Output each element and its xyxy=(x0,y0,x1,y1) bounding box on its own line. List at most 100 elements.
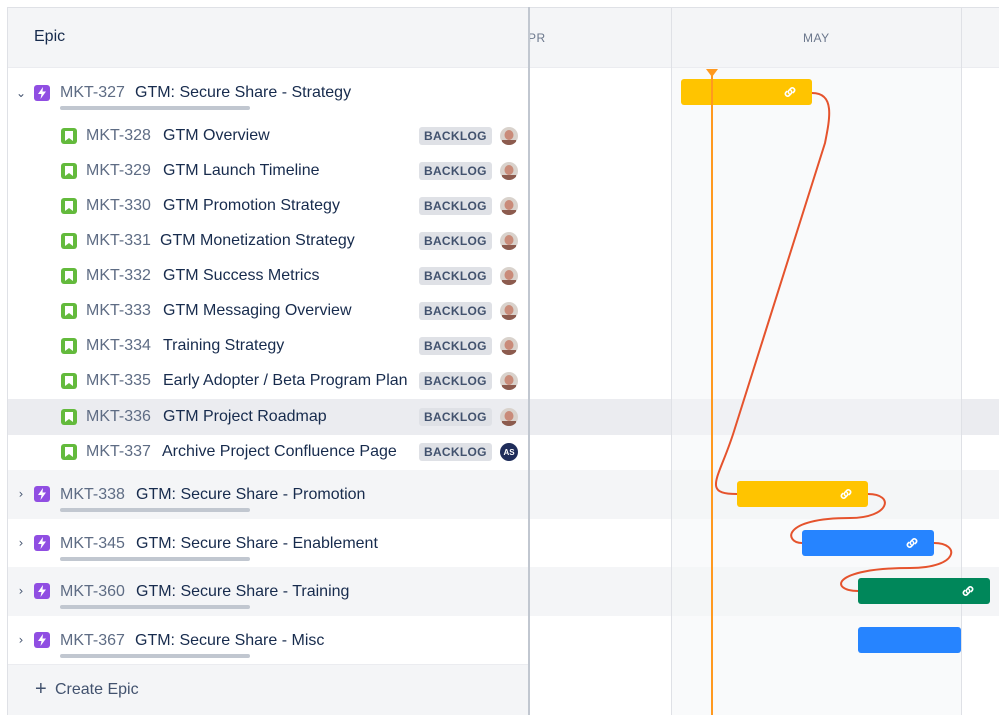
bookmark-icon xyxy=(61,268,77,284)
issue-row-mkt-337[interactable]: MKT-337 Archive Project Confluence Page … xyxy=(8,435,530,470)
today-marker-line xyxy=(711,69,713,715)
epic-progress-bar xyxy=(60,557,250,561)
issue-row-mkt-336[interactable]: MKT-336 GTM Project Roadmap BACKLOG xyxy=(8,399,530,435)
avatar[interactable] xyxy=(500,337,518,355)
issue-key[interactable]: MKT-329 xyxy=(86,162,151,180)
avatar[interactable] xyxy=(500,232,518,250)
issue-row-mkt-331[interactable]: MKT-331 GTM Monetization Strategy BACKLO… xyxy=(8,224,530,259)
status-badge[interactable]: BACKLOG xyxy=(419,232,492,250)
status-badge[interactable]: BACKLOG xyxy=(419,267,492,285)
epic-row-mkt-338[interactable]: › MKT-338 GTM: Secure Share - Promotion xyxy=(8,470,530,519)
epic-progress-bar xyxy=(60,508,250,512)
epic-title[interactable]: GTM: Secure Share - Enablement xyxy=(136,535,378,553)
epic-row-mkt-360[interactable]: › MKT-360 GTM: Secure Share - Training xyxy=(8,567,530,616)
issue-row-mkt-333[interactable]: MKT-333 GTM Messaging Overview BACKLOG xyxy=(8,294,530,329)
timeline-bar-mkt-338[interactable] xyxy=(737,481,868,507)
dependency-line[interactable] xyxy=(715,92,831,495)
status-badge[interactable]: BACKLOG xyxy=(419,127,492,145)
issue-row-mkt-330[interactable]: MKT-330 GTM Promotion Strategy BACKLOG xyxy=(8,189,530,224)
bookmark-icon xyxy=(61,163,77,179)
issue-title[interactable]: GTM Monetization Strategy xyxy=(160,232,355,250)
issue-key[interactable]: MKT-332 xyxy=(86,267,151,285)
avatar[interactable] xyxy=(500,162,518,180)
dependency-lines xyxy=(715,92,953,592)
issue-title[interactable]: GTM Overview xyxy=(163,127,270,145)
issue-title[interactable]: GTM Messaging Overview xyxy=(163,302,352,320)
create-epic-button[interactable]: + Create Epic xyxy=(8,664,530,715)
avatar[interactable] xyxy=(500,302,518,320)
chevron-right-icon[interactable]: › xyxy=(14,584,28,598)
lightning-icon xyxy=(34,85,50,101)
status-badge[interactable]: BACKLOG xyxy=(419,408,492,426)
timeline-bar-mkt-345[interactable] xyxy=(802,530,934,556)
epic-key[interactable]: MKT-345 xyxy=(60,535,125,553)
issue-key[interactable]: MKT-337 xyxy=(86,443,151,461)
chevron-right-icon[interactable]: › xyxy=(14,487,28,501)
epic-key[interactable]: MKT-360 xyxy=(60,583,125,601)
avatar[interactable]: AS xyxy=(500,443,518,461)
issue-key[interactable]: MKT-336 xyxy=(86,408,151,426)
status-badge[interactable]: BACKLOG xyxy=(419,302,492,320)
avatar[interactable] xyxy=(500,127,518,145)
avatar[interactable] xyxy=(500,197,518,215)
chevron-down-icon[interactable]: ⌄ xyxy=(14,86,28,100)
bookmark-icon xyxy=(61,128,77,144)
epic-key[interactable]: MKT-367 xyxy=(60,632,125,650)
epic-key[interactable]: MKT-327 xyxy=(60,84,125,102)
status-badge[interactable]: BACKLOG xyxy=(419,372,492,390)
issue-title[interactable]: Early Adopter / Beta Program Plan xyxy=(163,372,408,390)
epic-title[interactable]: GTM: Secure Share - Training xyxy=(136,583,349,601)
timeline-bar-mkt-367[interactable] xyxy=(858,627,961,653)
epic-progress-bar xyxy=(60,605,250,609)
issue-title[interactable]: Training Strategy xyxy=(163,337,284,355)
link-icon[interactable] xyxy=(782,84,798,100)
lightning-icon xyxy=(34,632,50,648)
epic-column-header: Epic xyxy=(8,8,530,68)
avatar[interactable] xyxy=(500,372,518,390)
timeline-bar-mkt-360[interactable] xyxy=(858,578,990,604)
bookmark-icon xyxy=(61,409,77,425)
epic-row-mkt-367[interactable]: › MKT-367 GTM: Secure Share - Misc xyxy=(8,616,530,664)
epic-row-mkt-345[interactable]: › MKT-345 GTM: Secure Share - Enablement xyxy=(8,519,530,567)
roadmap-app: Epic ⌄ MKT-327 GTM: Secure Share - Strat… xyxy=(0,0,999,715)
issue-row-mkt-334[interactable]: MKT-334 Training Strategy BACKLOG xyxy=(8,329,530,364)
epic-title[interactable]: GTM: Secure Share - Strategy xyxy=(135,84,351,102)
issue-row-mkt-335[interactable]: MKT-335 Early Adopter / Beta Program Pla… xyxy=(8,364,530,399)
chevron-right-icon[interactable]: › xyxy=(14,536,28,550)
epic-key[interactable]: MKT-338 xyxy=(60,486,125,504)
issue-key[interactable]: MKT-333 xyxy=(86,302,151,320)
link-icon[interactable] xyxy=(904,535,920,551)
issue-key[interactable]: MKT-330 xyxy=(86,197,151,215)
issue-key[interactable]: MKT-328 xyxy=(86,127,151,145)
issue-title[interactable]: GTM Success Metrics xyxy=(163,267,319,285)
issue-row-mkt-329[interactable]: MKT-329 GTM Launch Timeline BACKLOG xyxy=(8,154,530,189)
status-badge[interactable]: BACKLOG xyxy=(419,443,492,461)
timeline-bar-mkt-327[interactable] xyxy=(681,79,812,105)
link-icon[interactable] xyxy=(960,583,976,599)
chevron-right-icon[interactable]: › xyxy=(14,633,28,647)
issue-title[interactable]: GTM Promotion Strategy xyxy=(163,197,340,215)
epic-title[interactable]: GTM: Secure Share - Misc xyxy=(135,632,324,650)
avatar[interactable] xyxy=(500,267,518,285)
avatar[interactable] xyxy=(500,408,518,426)
epic-row-mkt-327[interactable]: ⌄ MKT-327 GTM: Secure Share - Strategy xyxy=(8,68,530,119)
issue-key[interactable]: MKT-334 xyxy=(86,337,151,355)
status-badge[interactable]: BACKLOG xyxy=(419,162,492,180)
issue-row-mkt-328[interactable]: MKT-328 GTM Overview BACKLOG xyxy=(8,119,530,154)
issue-key[interactable]: MKT-335 xyxy=(86,372,151,390)
timeline-panel: PR MAY xyxy=(530,7,999,715)
epic-list-panel: Epic ⌄ MKT-327 GTM: Secure Share - Strat… xyxy=(7,7,530,715)
issue-title[interactable]: GTM Launch Timeline xyxy=(163,162,320,180)
epic-progress-bar xyxy=(60,654,250,658)
status-badge[interactable]: BACKLOG xyxy=(419,197,492,215)
lightning-icon xyxy=(34,486,50,502)
epic-title[interactable]: GTM: Secure Share - Promotion xyxy=(136,486,365,504)
bookmark-icon xyxy=(61,373,77,389)
issue-title[interactable]: Archive Project Confluence Page xyxy=(162,443,397,461)
status-badge[interactable]: BACKLOG xyxy=(419,337,492,355)
issue-key[interactable]: MKT-331 xyxy=(86,232,151,250)
issue-row-mkt-332[interactable]: MKT-332 GTM Success Metrics BACKLOG xyxy=(8,259,530,294)
issue-title[interactable]: GTM Project Roadmap xyxy=(163,408,327,426)
epic-column-title: Epic xyxy=(34,28,66,45)
link-icon[interactable] xyxy=(838,486,854,502)
